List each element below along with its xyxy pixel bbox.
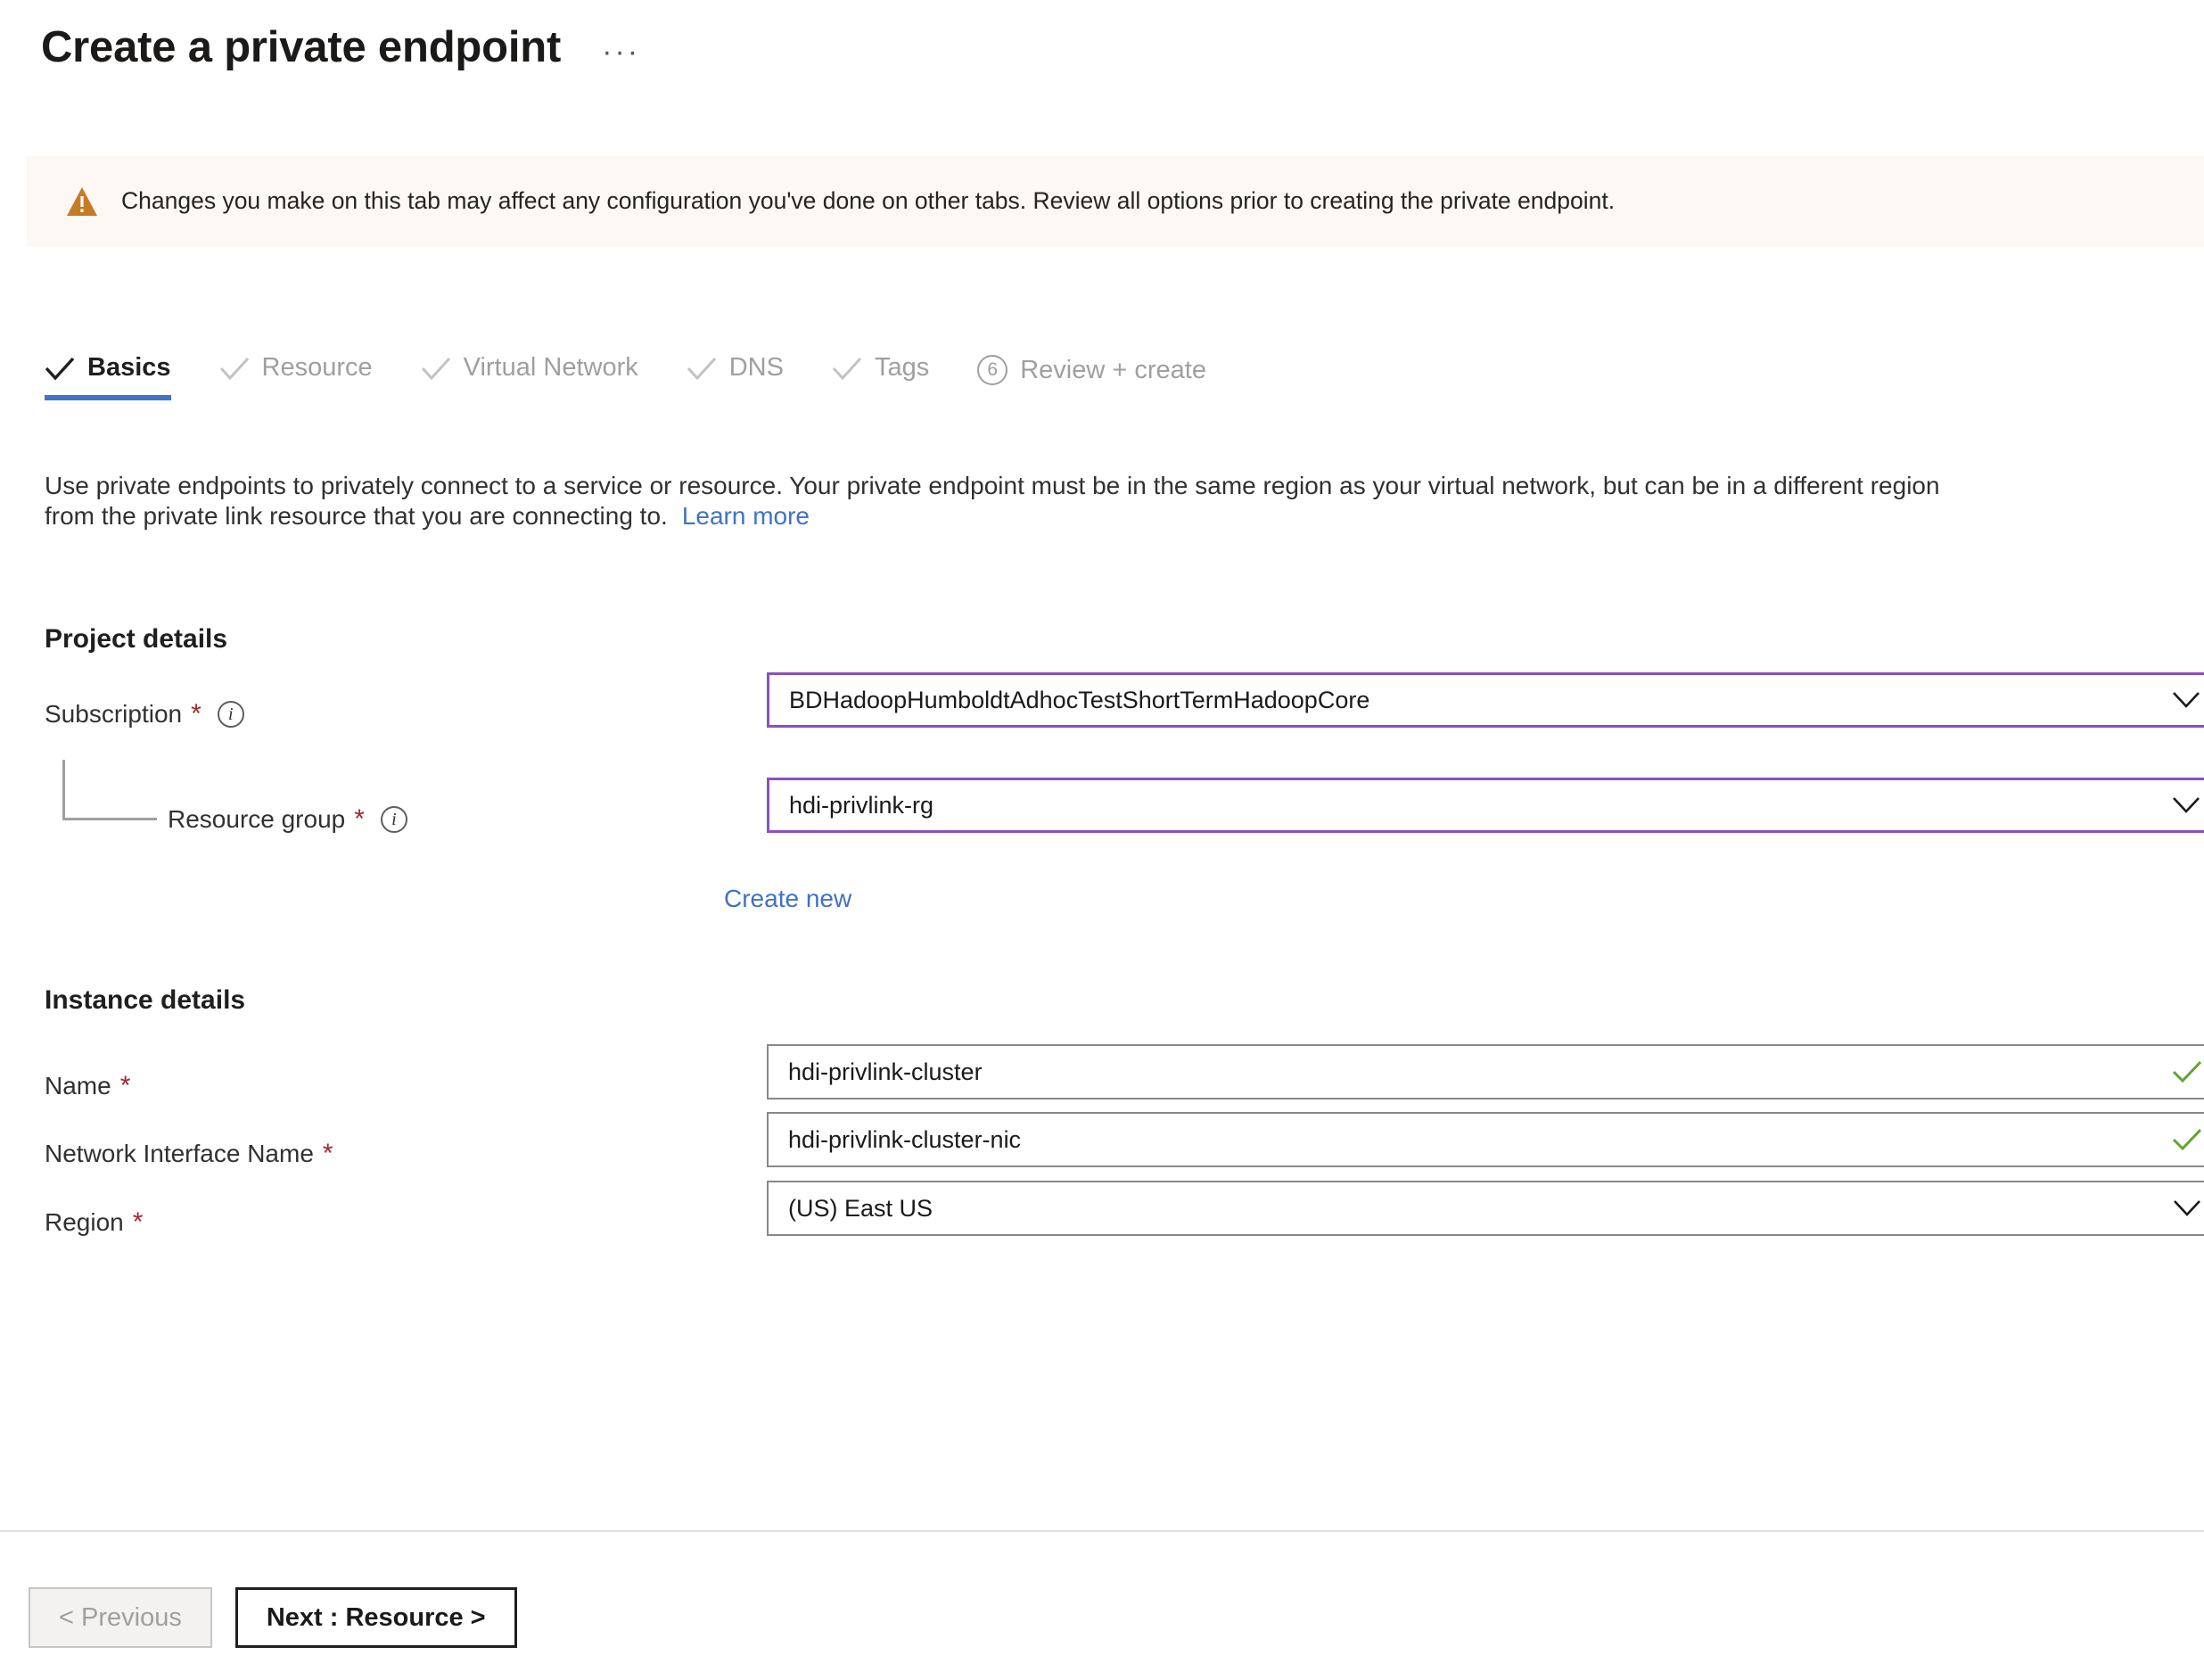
region-value: (US) East US [788,1194,933,1222]
chevron-down-icon [2172,1198,2202,1218]
required-indicator: * [119,1071,131,1100]
chevron-down-icon [2171,690,2201,710]
tab-virtual-network[interactable]: Virtual Network [421,355,638,400]
wizard-footer: < Previous Next : Resource > [29,1587,517,1648]
warning-banner: Changes you make on this tab may affect … [27,156,2204,247]
valid-check-icon [2172,1060,2202,1083]
required-indicator: * [132,1207,144,1237]
wizard-tabs: Basics Resource Virtual Network DNS Tags… [45,355,1254,405]
form-row-network-interface-name: Network Interface Name * hdi-privlink-cl… [45,1112,2204,1168]
resource-group-label: Resource group * i [168,805,407,834]
page-header: Create a private endpoint ··· [0,0,2204,78]
info-icon[interactable]: i [217,701,244,728]
check-icon [687,356,717,381]
chevron-down-icon [2171,795,2201,815]
region-label: Region * [45,1208,143,1237]
form-row-region: Region * (US) East US [45,1181,2204,1237]
form-row-subscription: Subscription * i BDHadoopHumboldtAdhocTe… [45,672,2204,729]
create-new-resource-group-link[interactable]: Create new [724,885,851,913]
section-title-project-details: Project details [45,624,228,654]
tab-label: Resource [261,353,373,382]
resource-group-dropdown[interactable]: hdi-privlink-rg [767,778,2204,833]
name-value: hdi-privlink-cluster [788,1058,983,1085]
form-row-name: Name * hdi-privlink-cluster [45,1044,2204,1100]
tab-label: Review + create [1020,355,1206,384]
subscription-value: BDHadoopHumboldtAdhocTestShortTermHadoop… [789,686,1370,713]
tab-dns[interactable]: DNS [687,355,784,400]
network-interface-name-label-text: Network Interface Name [45,1140,314,1167]
tab-label: DNS [728,353,784,382]
form-row-resource-group: Resource group * i hdi-privlink-rg [45,778,2204,834]
tab-tags[interactable]: Tags [832,355,929,400]
resource-group-value: hdi-privlink-rg [789,791,934,819]
check-icon [45,356,75,381]
check-icon [832,356,862,381]
resource-group-label-text: Resource group [168,805,346,833]
subscription-label: Subscription * i [45,700,244,729]
tab-label: Basics [87,353,171,382]
check-icon [421,356,451,381]
tab-label: Virtual Network [463,353,638,382]
region-dropdown[interactable]: (US) East US [767,1181,2204,1236]
description-text: Use private endpoints to privately conne… [45,472,1940,531]
tab-review-create[interactable]: 6 Review + create [977,355,1206,405]
tab-basics[interactable]: Basics [45,355,171,400]
required-indicator: * [322,1139,333,1168]
footer-divider [0,1530,2204,1532]
name-label-text: Name [45,1072,111,1099]
page-title: Create a private endpoint [41,22,562,71]
region-label-text: Region [45,1208,124,1236]
required-indicator: * [191,699,201,729]
subscription-dropdown[interactable]: BDHadoopHumboldtAdhocTestShortTermHadoop… [767,672,2204,728]
info-icon[interactable]: i [380,806,407,833]
section-title-instance-details: Instance details [45,985,246,1015]
required-indicator: * [354,804,365,834]
network-interface-name-value: hdi-privlink-cluster-nic [788,1125,1022,1153]
valid-check-icon [2172,1128,2202,1151]
page-description: Use private endpoints to privately conne… [45,471,1988,531]
previous-button[interactable]: < Previous [29,1587,212,1648]
network-interface-name-label: Network Interface Name * [45,1140,333,1168]
learn-more-link[interactable]: Learn more [682,502,810,530]
step-number-badge: 6 [977,355,1008,385]
tab-resource[interactable]: Resource [219,355,373,400]
tab-label: Tags [874,353,930,382]
name-input[interactable]: hdi-privlink-cluster [767,1044,2204,1099]
network-interface-name-input[interactable]: hdi-privlink-cluster-nic [767,1112,2204,1167]
name-label: Name * [45,1072,130,1100]
subscription-label-text: Subscription [45,700,183,728]
next-resource-button[interactable]: Next : Resource > [234,1587,517,1648]
warning-banner-text: Changes you make on this tab may affect … [121,187,1616,215]
more-options-icon[interactable]: ··· [602,34,640,67]
check-icon [219,356,250,381]
warning-triangle-icon [66,186,98,217]
